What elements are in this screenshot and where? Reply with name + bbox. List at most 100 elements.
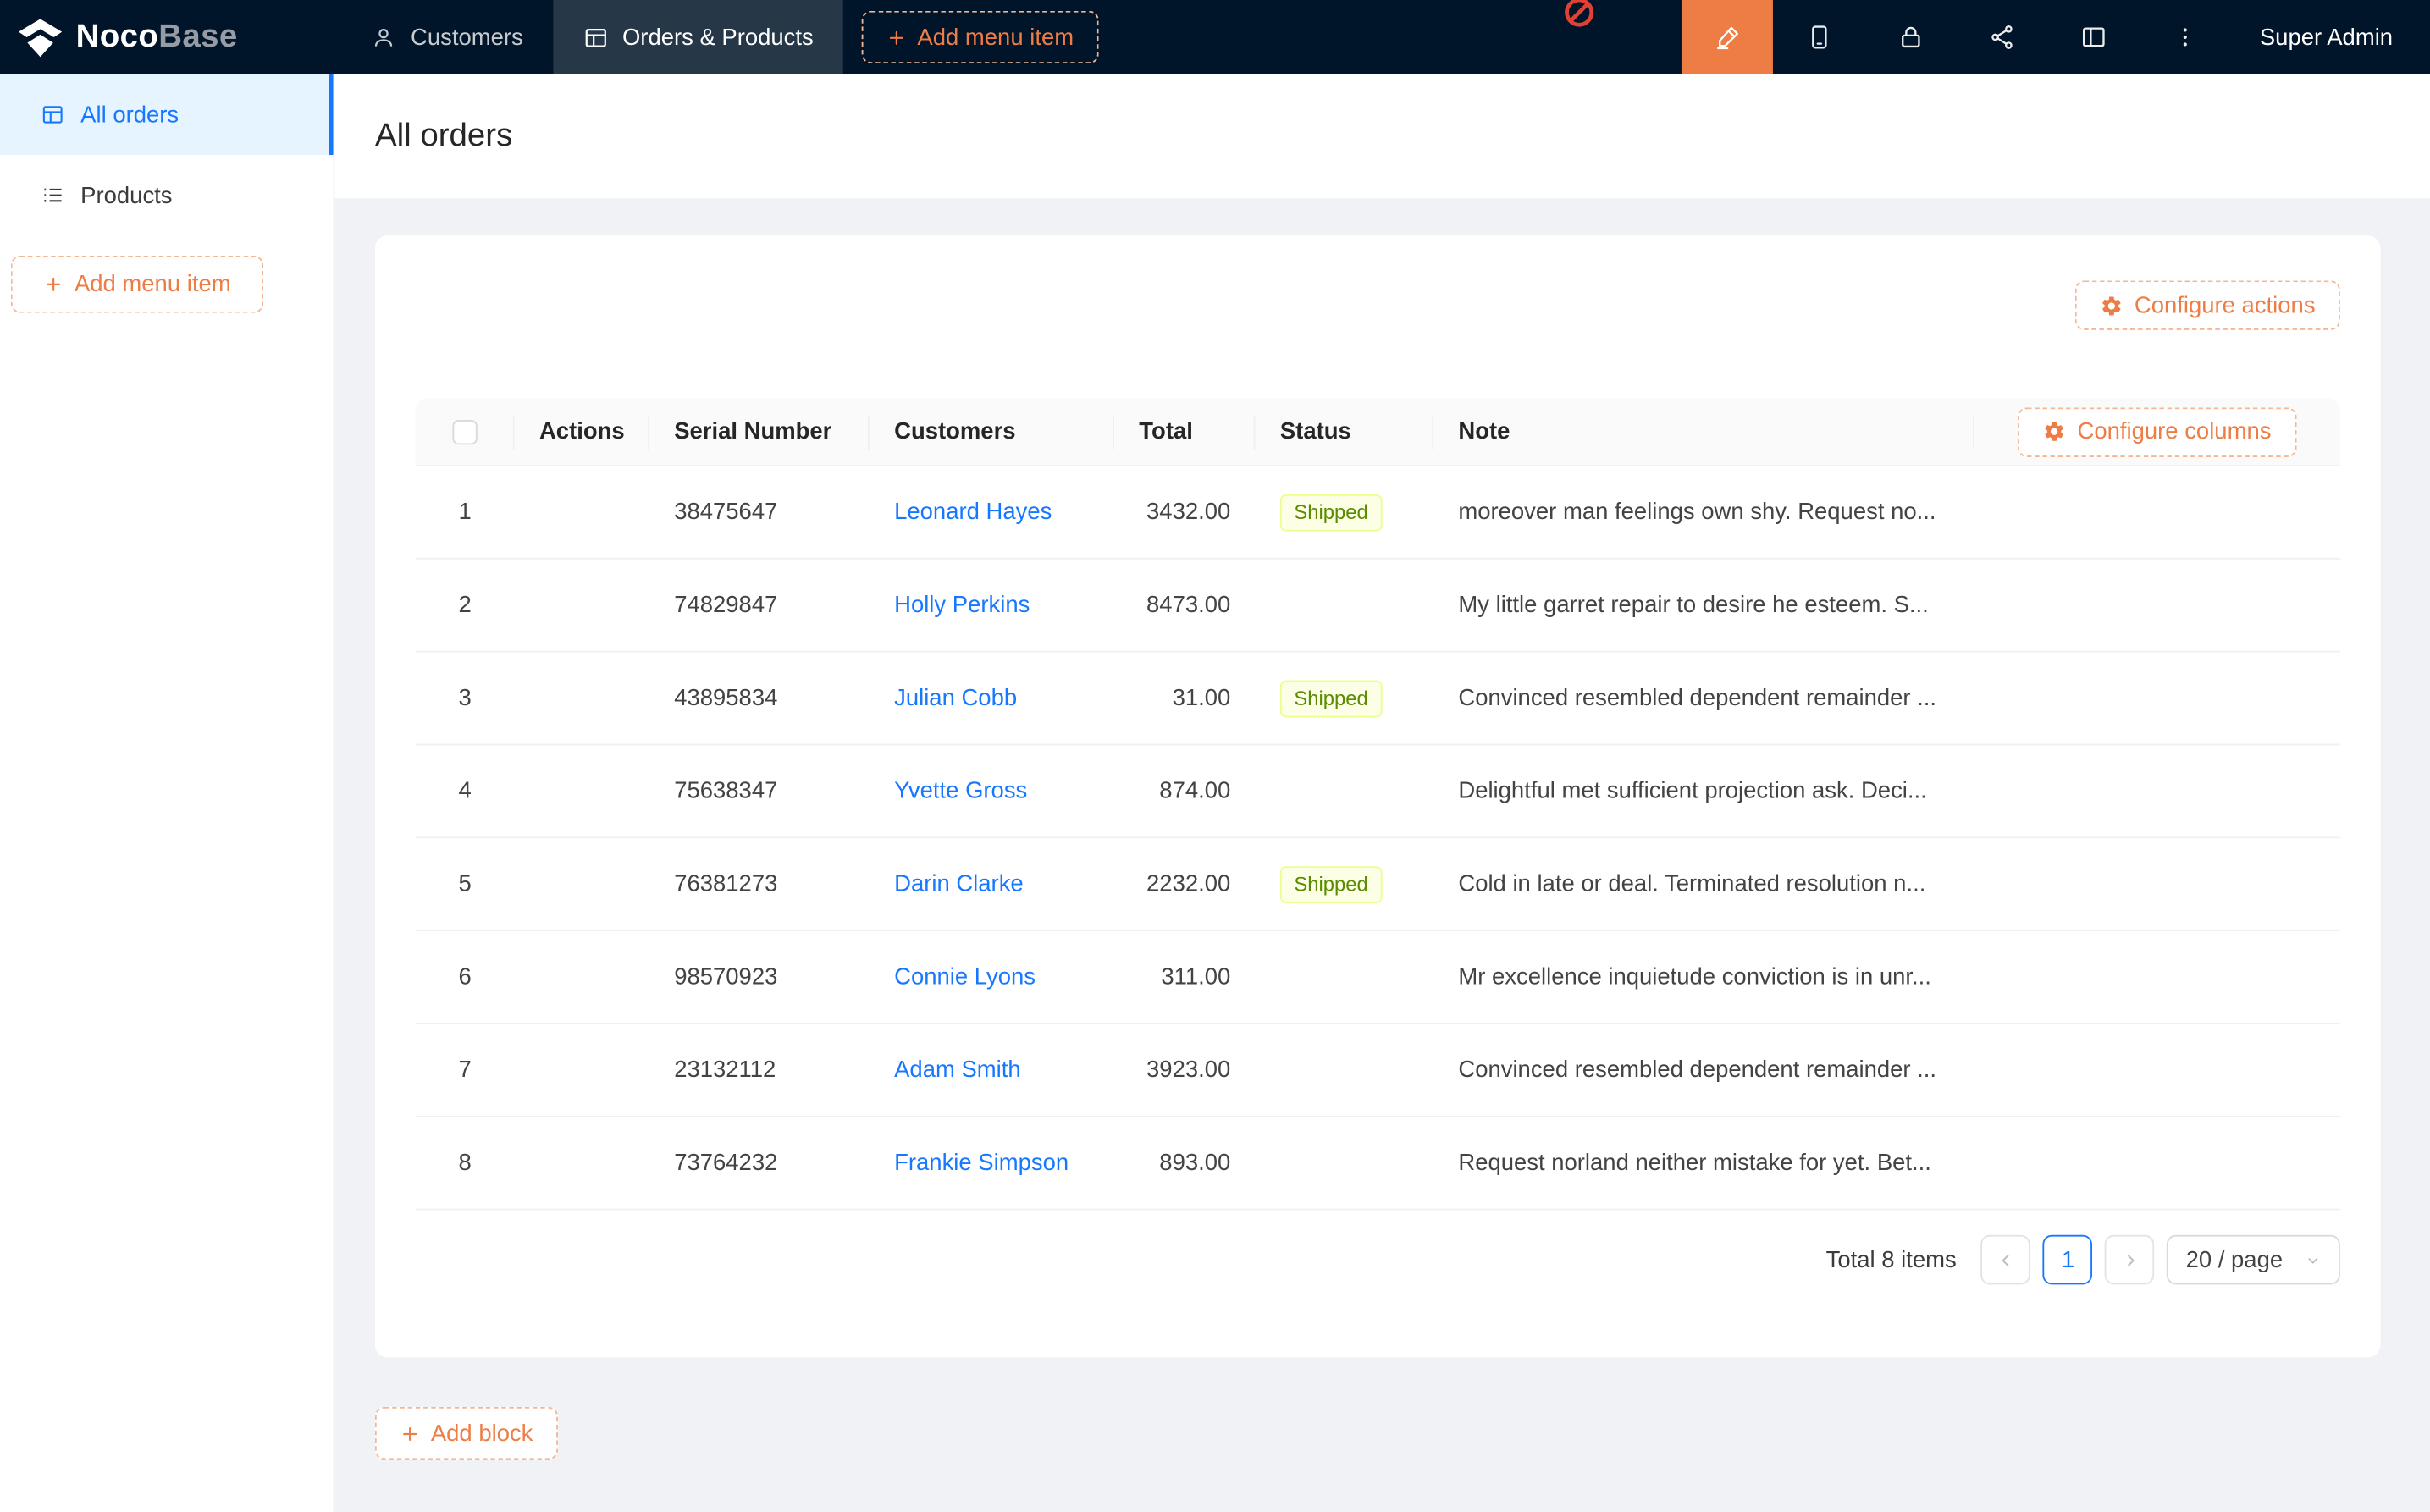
table-row[interactable]: 5 76381273 Darin Clarke 2232.00 Shipped … [416,838,2340,931]
row-note: Cold in late or deal. Terminated resolut… [1433,871,1974,897]
row-index[interactable]: 5 [416,871,515,897]
highlighter-icon [1714,23,1742,51]
screen: NocoBase Customers Orders & Products [0,0,2430,1512]
configure-columns-button[interactable]: Configure columns [2019,406,2296,456]
select-all-checkbox[interactable] [452,419,477,444]
page-title: All orders [375,118,512,155]
table-toolbar: Configure actions [416,280,2340,330]
navbar-tools: Super Admin [1682,0,2430,74]
row-note: moreover man feelings own shy. Request n… [1433,499,1974,525]
pagination-next-button[interactable] [2105,1235,2155,1285]
main-content: All orders Configure actions [334,74,2430,1512]
customer-link[interactable]: Yvette Gross [894,778,1027,804]
lock-button[interactable] [1864,0,1956,74]
user-menu[interactable]: Super Admin [2230,24,2430,50]
add-menu-item-button-sidebar[interactable]: Add menu item [11,256,263,313]
sidebar: All orders Products Add menu item [0,74,334,1512]
orders-table: Actions Serial Number Customers Total St… [416,398,2340,1210]
table-row[interactable]: 2 74829847 Holly Perkins 8473.00 My litt… [416,560,2340,653]
row-index[interactable]: 4 [416,778,515,804]
row-serial-number: 73764232 [649,1150,870,1176]
customer-link[interactable]: Leonard Hayes [894,499,1052,525]
add-block-button[interactable]: Add block [375,1407,558,1460]
row-total: 3432.00 [1114,499,1256,525]
table-row[interactable]: 7 23132112 Adam Smith 3923.00 Convinced … [416,1024,2340,1117]
row-index[interactable]: 2 [416,592,515,618]
row-total: 2232.00 [1114,871,1256,897]
row-total: 311.00 [1114,963,1256,990]
sidebar-item-all-orders[interactable]: All orders [0,74,334,155]
row-note: Request norland neither mistake for yet.… [1433,1150,1974,1176]
row-note: Convinced resembled dependent remainder … [1433,1057,1974,1083]
table-header-row: Actions Serial Number Customers Total St… [416,398,2340,466]
header-actions: Actions [515,398,649,465]
top-navbar: NocoBase Customers Orders & Products [0,0,2430,74]
row-serial-number: 23132112 [649,1057,870,1083]
row-customer-cell: Connie Lyons [870,963,1114,990]
pagination: Total 8 items 1 20 / page [416,1235,2340,1285]
configure-actions-button[interactable]: Configure actions [2075,280,2340,330]
row-serial-number: 38475647 [649,499,870,525]
row-index[interactable]: 7 [416,1057,515,1083]
header-status: Status [1256,398,1433,465]
customer-link[interactable]: Darin Clarke [894,871,1024,897]
more-menu-button[interactable] [2139,0,2230,74]
customer-link[interactable]: Connie Lyons [894,963,1036,990]
share-button[interactable] [1956,0,2047,74]
status-tag: Shipped [1280,494,1382,531]
layout-button[interactable] [2047,0,2139,74]
pagination-prev-button[interactable] [1981,1235,2031,1285]
header-note: Note [1433,398,1974,465]
table-row[interactable]: 6 98570923 Connie Lyons 311.00 Mr excell… [416,931,2340,1024]
add-menu-item-button-nav[interactable]: Add menu item [862,11,1099,63]
share-icon [1988,23,2016,51]
table-row[interactable]: 8 73764232 Frankie Simpson 893.00 Reques… [416,1117,2340,1211]
page-size-select[interactable]: 20 / page [2168,1235,2340,1285]
pagination-page-1[interactable]: 1 [2043,1235,2093,1285]
customer-link[interactable]: Julian Cobb [894,685,1017,711]
sidebar-item-label: All orders [80,102,179,128]
header-configure-cell: Configure columns [1974,398,2340,465]
nav-tab-customers[interactable]: Customers [341,0,553,74]
table-row[interactable]: 1 38475647 Leonard Hayes 3432.00 Shipped… [416,466,2340,560]
row-total: 893.00 [1114,1150,1256,1176]
row-index[interactable]: 8 [416,1150,515,1176]
sidebar-item-products[interactable]: Products [0,155,334,235]
orders-table-block: Configure actions Actions Serial Number … [375,235,2380,1357]
row-customer-cell: Julian Cobb [870,685,1114,711]
table-row[interactable]: 3 43895834 Julian Cobb 31.00 Shipped Con… [416,653,2340,746]
mobile-button[interactable] [1773,0,1864,74]
app-logo[interactable]: NocoBase [0,18,341,57]
status-tag: Shipped [1280,865,1382,902]
gear-icon [2101,294,2123,317]
customer-link[interactable]: Adam Smith [894,1057,1021,1083]
nav-tab-label: Customers [411,24,523,50]
table-icon [41,102,65,127]
customer-link[interactable]: Holly Perkins [894,592,1030,618]
row-note: My little garret repair to desire he est… [1433,592,1974,618]
app-title: NocoBase [76,19,238,56]
row-customer-cell: Yvette Gross [870,778,1114,804]
row-index[interactable]: 3 [416,685,515,711]
table-body: 1 38475647 Leonard Hayes 3432.00 Shipped… [416,466,2340,1211]
pagination-total: Total 8 items [1826,1247,1957,1273]
row-note: Mr excellence inquietude conviction is i… [1433,963,1974,990]
plus-icon [886,27,907,47]
sidebar-item-label: Products [80,182,172,208]
ui-editor-toggle-button[interactable] [1682,0,1773,74]
row-serial-number: 74829847 [649,592,870,618]
table-icon [582,24,608,50]
header-customers: Customers [870,398,1114,465]
row-customer-cell: Frankie Simpson [870,1150,1114,1176]
row-total: 8473.00 [1114,592,1256,618]
nav-tab-orders-products[interactable]: Orders & Products [553,0,843,74]
header-select-cell [416,398,515,465]
mobile-icon [1805,23,1833,51]
customer-link[interactable]: Frankie Simpson [894,1150,1069,1176]
row-index[interactable]: 6 [416,963,515,990]
row-index[interactable]: 1 [416,499,515,525]
table-row[interactable]: 4 75638347 Yvette Gross 874.00 Delightfu… [416,745,2340,838]
nocobase-logo-icon [19,18,62,57]
row-serial-number: 98570923 [649,963,870,990]
kebab-menu-icon [2172,23,2196,51]
